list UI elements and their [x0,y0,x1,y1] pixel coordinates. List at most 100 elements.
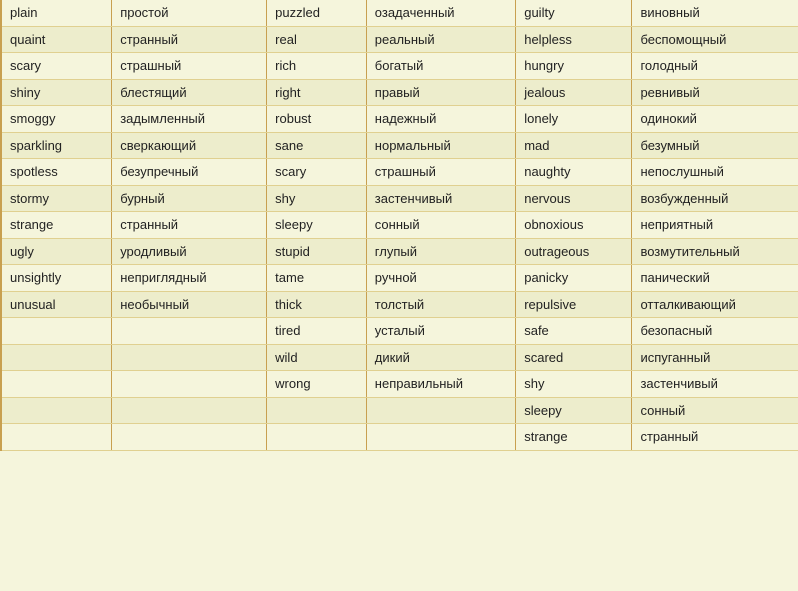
word-col2-ru: дикий [366,344,515,371]
word-col1-ru: задымленный [112,106,267,133]
word-col2-en: sane [267,132,367,159]
word-col2-ru: усталый [366,318,515,345]
word-col1-ru: необычный [112,291,267,318]
word-col1-ru [112,424,267,451]
word-col1-ru: странный [112,26,267,53]
word-col3-en: lonely [516,106,632,133]
word-col3-en: safe [516,318,632,345]
word-col1-ru: простой [112,0,267,26]
word-col2-ru: ручной [366,265,515,292]
word-col2-en: rich [267,53,367,80]
word-col2-ru: толстый [366,291,515,318]
word-col3-en: sleepy [516,397,632,424]
word-col3-ru: неприятный [632,212,798,239]
vocabulary-table: plainпростойpuzzledозадаченныйguiltyвино… [0,0,798,451]
word-col2-ru: правый [366,79,515,106]
word-col1-en [1,318,112,345]
word-col3-en: nervous [516,185,632,212]
word-col3-ru: странный [632,424,798,451]
word-col2-ru: глупый [366,238,515,265]
word-col1-en: plain [1,0,112,26]
word-col1-en: strange [1,212,112,239]
word-col3-en: naughty [516,159,632,186]
word-col3-ru: одинокий [632,106,798,133]
word-col2-ru [366,424,515,451]
word-col3-en: helpless [516,26,632,53]
word-col2-en: scary [267,159,367,186]
word-col1-en: shiny [1,79,112,106]
word-col1-ru [112,318,267,345]
word-col1-en: sparkling [1,132,112,159]
word-col3-ru: сонный [632,397,798,424]
word-col2-ru: надежный [366,106,515,133]
word-col2-ru: нормальный [366,132,515,159]
word-col3-en: obnoxious [516,212,632,239]
word-col1-ru: сверкающий [112,132,267,159]
word-col1-ru [112,344,267,371]
word-col3-ru: виновный [632,0,798,26]
word-col1-en: stormy [1,185,112,212]
word-col2-en [267,397,367,424]
word-col2-en [267,424,367,451]
word-col3-en: repulsive [516,291,632,318]
word-col1-en: spotless [1,159,112,186]
word-col3-ru: непослушный [632,159,798,186]
word-col3-ru: возмутительный [632,238,798,265]
word-col1-en [1,371,112,398]
word-col2-ru: озадаченный [366,0,515,26]
word-col2-ru: богатый [366,53,515,80]
word-col3-en: panicky [516,265,632,292]
word-col1-ru: бурный [112,185,267,212]
word-col3-ru: беспомощный [632,26,798,53]
word-col2-en: real [267,26,367,53]
word-col3-ru: панический [632,265,798,292]
word-col3-en: hungry [516,53,632,80]
word-col2-ru: сонный [366,212,515,239]
word-col2-en: tame [267,265,367,292]
word-col1-ru: странный [112,212,267,239]
word-col3-en: jealous [516,79,632,106]
word-col1-en [1,344,112,371]
word-col3-ru: отталкивающий [632,291,798,318]
word-col2-en: shy [267,185,367,212]
word-col2-ru: застенчивый [366,185,515,212]
word-col2-ru: страшный [366,159,515,186]
word-col3-ru: застенчивый [632,371,798,398]
word-col1-ru: блестящий [112,79,267,106]
word-col2-en: puzzled [267,0,367,26]
word-col2-en: thick [267,291,367,318]
word-col3-en: strange [516,424,632,451]
word-col3-ru: голодный [632,53,798,80]
word-col3-ru: безумный [632,132,798,159]
word-col1-en: quaint [1,26,112,53]
word-col2-en: sleepy [267,212,367,239]
word-col3-ru: безопасный [632,318,798,345]
word-col2-en: stupid [267,238,367,265]
word-col1-ru: безупречный [112,159,267,186]
word-col2-ru: неправильный [366,371,515,398]
word-col2-en: wrong [267,371,367,398]
word-col1-en: ugly [1,238,112,265]
word-col3-en: scared [516,344,632,371]
word-col1-ru [112,371,267,398]
word-col2-en: right [267,79,367,106]
word-col3-en: shy [516,371,632,398]
word-col1-ru: неприглядный [112,265,267,292]
word-col1-en: smoggy [1,106,112,133]
word-col3-en: outrageous [516,238,632,265]
word-col2-ru: реальный [366,26,515,53]
word-col1-en: unusual [1,291,112,318]
word-col3-ru: ревнивый [632,79,798,106]
word-col3-en: mad [516,132,632,159]
word-col1-en [1,397,112,424]
word-col1-en: unsightly [1,265,112,292]
word-col1-ru: уродливый [112,238,267,265]
word-col1-en: scary [1,53,112,80]
word-col1-ru [112,397,267,424]
word-col1-ru: страшный [112,53,267,80]
word-col2-en: tired [267,318,367,345]
word-col1-en [1,424,112,451]
word-col3-ru: возбужденный [632,185,798,212]
word-col3-en: guilty [516,0,632,26]
word-col2-en: robust [267,106,367,133]
